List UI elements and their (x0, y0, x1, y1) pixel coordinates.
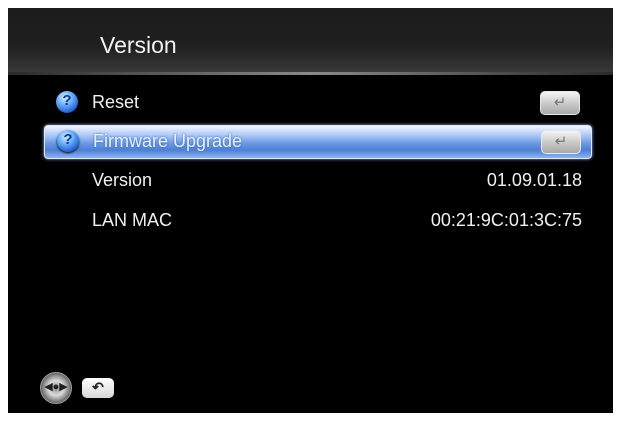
info-label: Version (92, 170, 153, 190)
menu-item-reset[interactable]: ? Reset ↵ (44, 87, 590, 119)
help-icon: ? (56, 91, 78, 113)
return-icon[interactable]: ↶ (82, 378, 114, 398)
settings-screen: Version ? Reset ↵ ? Firmware Upgrade ↵ V… (8, 8, 613, 413)
lan-mac-value: 00:21:9C:01:3C:75 (430, 210, 582, 230)
header-bar: Version (8, 8, 613, 74)
menu-item-label: Firmware Upgrade (93, 131, 243, 151)
info-row-lan-mac: LAN MAC 00:21:9C:01:3C:75 (44, 205, 590, 237)
help-icon: ? (57, 130, 79, 152)
enter-icon[interactable]: ↵ (540, 91, 580, 115)
page-title: Version (100, 32, 177, 58)
info-label: LAN MAC (92, 210, 173, 230)
menu-item-label: Reset (92, 92, 140, 112)
dpad-icon: ◀●▶ (40, 372, 72, 404)
header-divider (8, 72, 613, 75)
version-value: 01.09.01.18 (486, 170, 582, 190)
menu-item-firmware-upgrade[interactable]: ? Firmware Upgrade ↵ (44, 125, 592, 159)
enter-icon[interactable]: ↵ (541, 130, 581, 154)
info-row-version: Version 01.09.01.18 (44, 165, 590, 197)
